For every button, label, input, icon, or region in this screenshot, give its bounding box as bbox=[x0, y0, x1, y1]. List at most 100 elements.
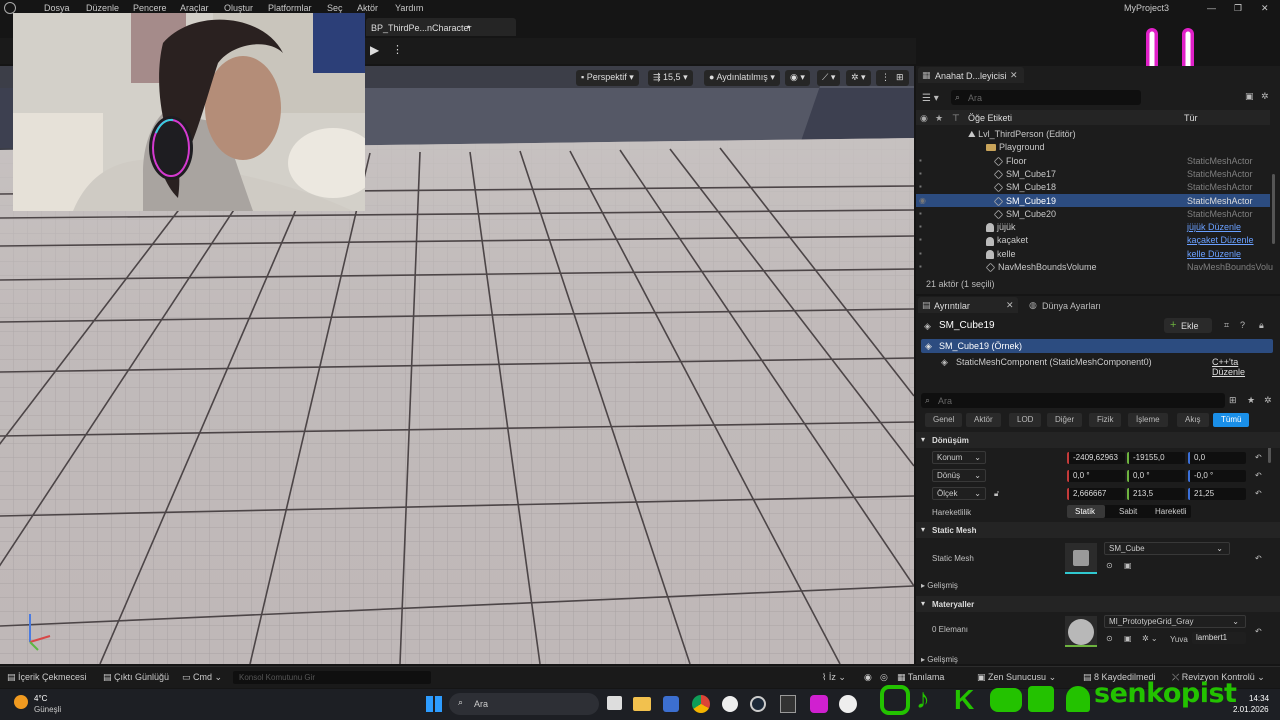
filter-streaming[interactable]: Akış bbox=[1177, 413, 1209, 427]
column-item-label[interactable]: Öğe Etiketi bbox=[968, 113, 1012, 123]
visibility-toggle-icon[interactable]: ▪ bbox=[919, 182, 929, 191]
trace-label[interactable]: ▦ Tanılama bbox=[897, 672, 944, 683]
show-flags-button[interactable]: ◉ ▾ bbox=[785, 70, 810, 86]
steam-icon[interactable] bbox=[750, 696, 766, 712]
menu-file[interactable]: Dosya bbox=[44, 3, 70, 13]
mobility-stationary[interactable]: Sabit bbox=[1119, 507, 1137, 516]
outliner-search-input[interactable]: ⌕ Ara bbox=[951, 90, 1141, 105]
instance-row[interactable]: ◈ SM_Cube19 (Örnek) bbox=[921, 339, 1273, 353]
add-folder-icon[interactable]: ▣ bbox=[1245, 91, 1254, 102]
location-x-field[interactable]: -2409,62963 bbox=[1067, 452, 1125, 464]
menu-edit[interactable]: Düzenle bbox=[86, 3, 119, 13]
clock-date[interactable]: 2.01.2026 bbox=[1233, 705, 1269, 714]
edit-link[interactable]: jüjük Düzenle bbox=[1187, 222, 1241, 232]
menu-actor[interactable]: Aktör bbox=[357, 3, 378, 13]
start-windows-icon[interactable] bbox=[426, 696, 442, 712]
material-options-icon[interactable]: ✲ ⌄ bbox=[1142, 634, 1158, 643]
perspective-button[interactable]: ▪ Perspektif ▾ bbox=[576, 70, 639, 86]
mobility-static[interactable]: Statik bbox=[1067, 505, 1105, 518]
output-log-button[interactable]: ▤ Çıktı Günlüğü bbox=[103, 672, 169, 683]
location-y-field[interactable]: -19155,0 bbox=[1127, 452, 1185, 464]
filter-rendering[interactable]: İşleme bbox=[1128, 413, 1168, 427]
add-component-button[interactable]: + Ekle bbox=[1164, 318, 1212, 333]
filter-lod[interactable]: LOD bbox=[1009, 413, 1042, 427]
epic-games-icon[interactable] bbox=[780, 695, 796, 713]
minimize-icon[interactable]: — bbox=[1207, 3, 1216, 13]
menu-window[interactable]: Pencere bbox=[133, 3, 167, 13]
visibility-toggle-icon[interactable]: ▪ bbox=[919, 156, 929, 165]
details-settings-icon[interactable]: ✲ bbox=[1264, 395, 1272, 406]
edit-link[interactable]: kelle Düzenle bbox=[1187, 249, 1241, 259]
details-search-input[interactable]: ⌕ Ara bbox=[921, 393, 1225, 408]
visibility-toggle-icon[interactable]: ▪ bbox=[919, 235, 929, 244]
file-explorer-icon[interactable] bbox=[633, 697, 651, 711]
rotation-z-field[interactable]: -0,0 ° bbox=[1188, 470, 1246, 482]
menu-platforms[interactable]: Platformlar bbox=[268, 3, 312, 13]
maximize-icon[interactable]: ❐ bbox=[1234, 3, 1242, 14]
rotation-x-field[interactable]: 0,0 ° bbox=[1067, 470, 1125, 482]
outliner-tab[interactable]: ▦ Anahat D...leyicisi ✕ bbox=[918, 67, 1024, 83]
mobility-movable[interactable]: Hareketli bbox=[1155, 507, 1187, 516]
reset-rotation-icon[interactable]: ↶ bbox=[1255, 471, 1262, 480]
viewport-settings-button[interactable]: ✲ ▾ bbox=[846, 70, 871, 86]
browse-asset-icon[interactable]: ▣ bbox=[1124, 634, 1132, 643]
filter-physics[interactable]: Fizik bbox=[1089, 413, 1122, 427]
browse-asset-icon[interactable]: ▣ bbox=[1124, 561, 1132, 570]
help-icon[interactable]: ? bbox=[1240, 320, 1245, 330]
stop-icon[interactable]: ◎ bbox=[880, 672, 888, 683]
favorites-icon[interactable]: ★ bbox=[1247, 395, 1255, 406]
content-drawer-button[interactable]: ▤ İçerik Çekmecesi bbox=[7, 672, 87, 683]
use-selected-icon[interactable]: ⊙ bbox=[1106, 561, 1113, 570]
scale-dropdown[interactable]: Ölçek ⌄ bbox=[932, 487, 986, 500]
actor-name[interactable]: SM_Cube19 bbox=[939, 320, 995, 331]
visibility-toggle-icon[interactable]: ▪ bbox=[919, 209, 929, 218]
details-tab[interactable]: ▤ Ayrıntılar ✕ bbox=[918, 297, 1018, 313]
outliner-row[interactable]: ▪ SM_Cube18 StaticMeshActor bbox=[916, 180, 1270, 193]
outliner-row[interactable]: ▪ SM_Cube20 StaticMeshActor bbox=[916, 207, 1270, 220]
advanced-expander[interactable]: ▸ Gelişmiş bbox=[921, 581, 958, 590]
chrome-icon[interactable] bbox=[692, 695, 710, 713]
reset-material-icon[interactable]: ↶ bbox=[1255, 627, 1262, 636]
outliner-row[interactable]: ◉ SM_Cube19 StaticMeshActor bbox=[916, 193, 1270, 207]
scale-lock-icon[interactable]: 🔓︎ bbox=[994, 489, 999, 499]
close-window-icon[interactable]: ✕ bbox=[1261, 3, 1269, 14]
use-selected-icon[interactable]: ⊙ bbox=[1106, 634, 1113, 643]
visibility-toggle-icon[interactable]: ▪ bbox=[919, 249, 929, 258]
material-thumbnail[interactable] bbox=[1065, 616, 1097, 647]
scale-y-field[interactable]: 213,5 bbox=[1127, 488, 1185, 500]
location-z-field[interactable]: 0,0 bbox=[1188, 452, 1246, 464]
play-options-icon[interactable]: ⋮ bbox=[392, 43, 403, 56]
blueprint-icon[interactable]: ⌗ bbox=[1224, 320, 1229, 331]
outliner-settings-icon[interactable]: ✲ bbox=[1261, 91, 1269, 102]
rotation-dropdown[interactable]: Dönüş ⌄ bbox=[932, 469, 986, 482]
edit-in-cpp-link[interactable]: C++'ta Düzenle bbox=[1212, 357, 1273, 377]
world-settings-tab[interactable]: ◍ Dünya Ayarları bbox=[1026, 297, 1106, 313]
menu-create[interactable]: Oluştur bbox=[224, 3, 253, 13]
transform-section-header[interactable]: ▾ Dönüşüm bbox=[916, 432, 1280, 448]
media-app-icon[interactable] bbox=[810, 695, 828, 713]
menu-tools[interactable]: Araçlar bbox=[180, 3, 209, 13]
menu-help[interactable]: Yardım bbox=[395, 3, 423, 13]
task-view-icon[interactable] bbox=[607, 696, 622, 710]
camera-speed-button[interactable]: ⇶ 15,5 ▾ bbox=[648, 70, 693, 86]
unreal-engine-icon[interactable] bbox=[839, 695, 857, 713]
outliner-row[interactable]: Playground bbox=[916, 140, 1270, 153]
outliner-row[interactable]: ⛰ Lvl_ThirdPerson (Editör) bbox=[916, 127, 1270, 140]
taskbar-search[interactable]: ⌕ Ara bbox=[449, 693, 599, 715]
filter-other[interactable]: Diğer bbox=[1047, 413, 1083, 427]
scale-z-field[interactable]: 21,25 bbox=[1188, 488, 1246, 500]
outliner-row[interactable]: ▪ NavMeshBoundsVolume NavMeshBoundsVolu bbox=[916, 260, 1273, 273]
store-icon[interactable] bbox=[663, 696, 679, 712]
play-icon[interactable]: ▶ bbox=[370, 43, 379, 57]
filter-icon[interactable]: ☰ ▾ bbox=[922, 93, 939, 104]
visibility-toggle-icon[interactable]: ▪ bbox=[919, 222, 929, 231]
zen-server-button[interactable]: ▣ Zen Sunucusu ⌄ bbox=[977, 672, 1056, 683]
static-mesh-dropdown[interactable]: SM_Cube ⌄ bbox=[1104, 542, 1230, 555]
close-tab-icon[interactable]: ✕ bbox=[1010, 70, 1018, 81]
console-input[interactable]: Konsol Komutunu Gir bbox=[233, 671, 431, 684]
location-dropdown[interactable]: Konum ⌄ bbox=[932, 451, 986, 464]
filter-actor[interactable]: Aktör bbox=[966, 413, 1001, 427]
outliner-row[interactable]: ▪ Floor StaticMeshActor bbox=[916, 154, 1270, 167]
transform-tools-button[interactable]: ⟋ ▾ bbox=[817, 70, 841, 86]
github-icon[interactable] bbox=[722, 696, 738, 712]
